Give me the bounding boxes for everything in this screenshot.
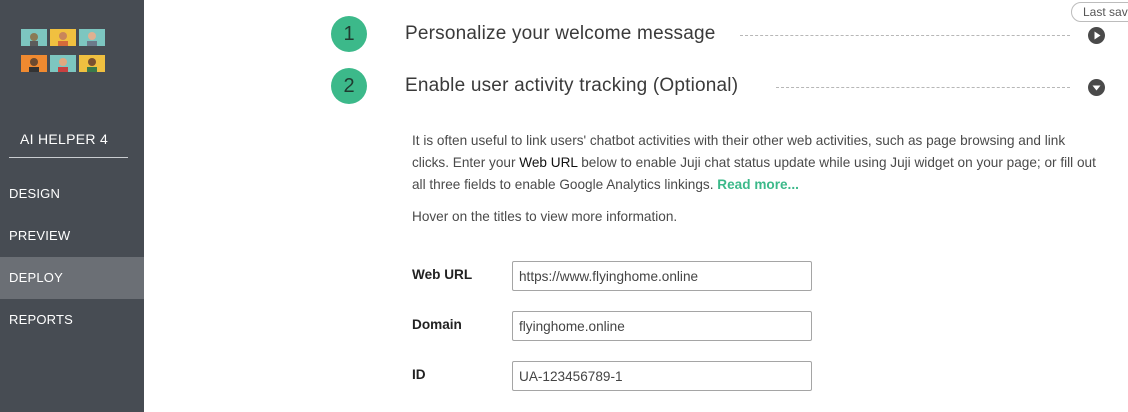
avatar-person-icon — [50, 29, 76, 46]
hover-hint-text: Hover on the titles to view more informa… — [412, 209, 678, 224]
collapse-step-2-button[interactable] — [1088, 79, 1105, 96]
nav-item-reports[interactable]: REPORTS — [0, 299, 144, 341]
tracking-description: It is often useful to link users' chatbo… — [412, 130, 1102, 196]
step-title-activity-tracking[interactable]: Enable user activity tracking (Optional) — [405, 75, 738, 97]
web-url-input[interactable] — [512, 261, 812, 291]
description-web-url-term: Web URL — [519, 155, 578, 170]
id-label: ID — [412, 367, 426, 382]
step-number-badge: 2 — [331, 68, 367, 104]
sidebar: AI HELPER 4 DESIGN PREVIEW DEPLOY REPORT… — [0, 0, 144, 412]
read-more-link[interactable]: Read more... — [717, 177, 799, 192]
avatar-person-icon — [79, 55, 105, 72]
step-number-badge: 1 — [331, 16, 367, 52]
dotted-divider — [740, 35, 1070, 36]
nav-item-preview[interactable]: PREVIEW — [0, 215, 144, 257]
nav-item-deploy[interactable]: DEPLOY — [0, 257, 144, 299]
step-title-welcome-message[interactable]: Personalize your welcome message — [405, 23, 716, 45]
domain-input[interactable] — [512, 311, 812, 341]
avatar-person-icon — [21, 55, 47, 72]
id-input[interactable] — [512, 361, 812, 391]
avatar-person-icon — [50, 55, 76, 72]
play-circle-icon — [1094, 31, 1101, 40]
domain-label: Domain — [412, 317, 462, 332]
app-name: AI HELPER 4 — [19, 131, 109, 147]
expand-step-1-button[interactable] — [1088, 27, 1105, 44]
avatar-person-icon — [79, 29, 105, 46]
app-logo — [21, 29, 108, 72]
avatar-robot-icon — [21, 29, 47, 46]
nav-item-design[interactable]: DESIGN — [0, 173, 144, 215]
web-url-label: Web URL — [412, 267, 473, 282]
dotted-divider — [776, 87, 1070, 88]
divider — [9, 157, 128, 158]
last-saved-status: Last sav — [1071, 2, 1128, 22]
chevron-down-circle-icon — [1092, 85, 1101, 91]
